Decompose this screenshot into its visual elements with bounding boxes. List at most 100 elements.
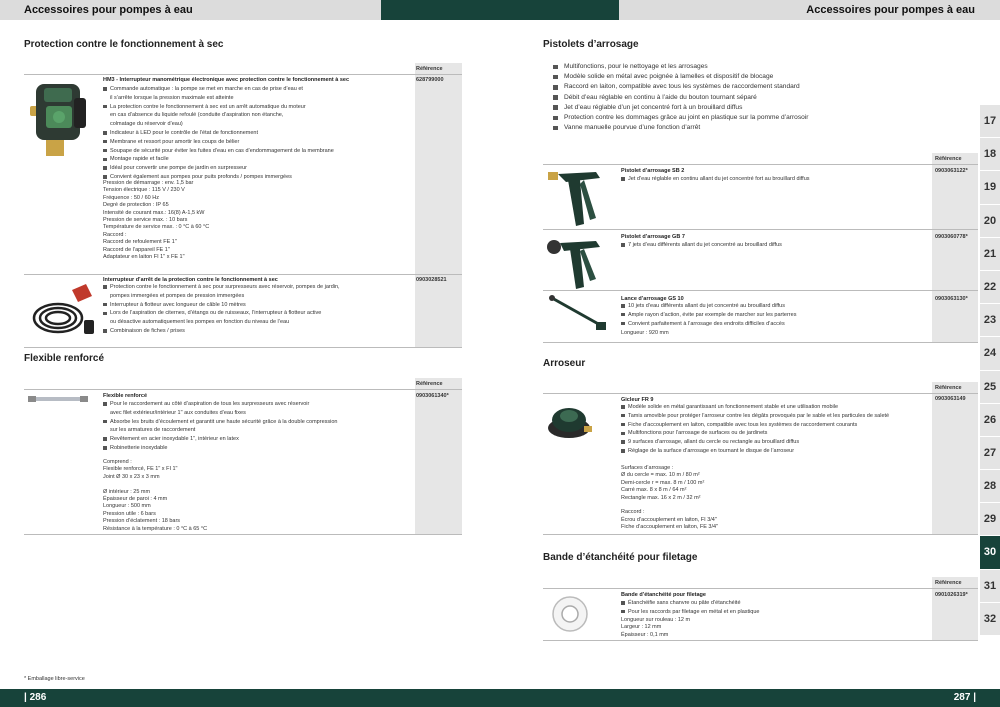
section-title-protection: Protection contre le fonctionnement à se… <box>24 39 224 50</box>
hm3-bullet-item: Indicateur à LED pour le contrôle de l’é… <box>103 129 403 138</box>
fr9-bullet-item: Tamis amovible pour protéger l’arroseur … <box>621 412 941 421</box>
section-title-pistolets: Pistolets d’arrosage <box>543 39 639 50</box>
fr9-bullet-item: Multifonctions pour l’arrosage de surfac… <box>621 429 941 438</box>
float-switch-image <box>32 284 94 334</box>
divider <box>24 274 462 275</box>
ref-column <box>932 153 978 343</box>
divider <box>543 393 978 394</box>
fr9-bullet-item: Modèle solide en métal garantissant un f… <box>621 403 941 412</box>
chapter-tab-17[interactable]: 17 <box>980 105 1000 139</box>
chapter-tab-25[interactable]: 25 <box>980 370 1000 404</box>
ref-value-gs10: 0903063130* <box>935 296 968 302</box>
specs-bande: Longueur sur rouleau : 12 m Largeur : 12… <box>621 617 691 638</box>
pistolets-bullet-item: Raccord en laiton, compatible avec tous … <box>553 82 953 92</box>
chapter-tabs: 17 18 19 20 21 22 23 24 25 26 27 28 29 30 31 32 <box>980 105 1000 636</box>
chapter-tab-21[interactable]: 21 <box>980 237 1000 271</box>
ref-value-hm3: 628799000 <box>416 77 444 83</box>
ref-label: Référence <box>416 66 443 72</box>
ref-label: Référence <box>416 381 443 387</box>
ref-label: Référence <box>935 580 962 586</box>
bullet-list-pistolets: Multifonctions, pour le nettoyage et les… <box>553 62 953 133</box>
float-switch-bullet-item: Lors de l’aspiration de citernes, d’étan… <box>103 309 403 327</box>
sealing-tape-image <box>552 596 588 632</box>
chapter-tab-29[interactable]: 29 <box>980 503 1000 537</box>
chapter-tab-27[interactable]: 27 <box>980 436 1000 471</box>
divider <box>24 389 462 390</box>
hm3-bullet-item: Membrane et ressort pour amortir les cou… <box>103 138 403 147</box>
divider <box>543 588 978 589</box>
ref-value-fr9: 0903063149 <box>935 396 966 402</box>
fr9-bullet-item: 9 surfaces d’arrosage, allant du cercle … <box>621 438 941 447</box>
hm3-bullet-item: Soupape de sécurité pour éviter les fuit… <box>103 147 403 156</box>
ref-label: Référence <box>935 385 962 391</box>
bullet-list-sb2: Jet d’eau réglable en continu allant du … <box>621 175 921 184</box>
product-title-sb2: Pistolet d’arrosage SB 2 <box>621 168 685 174</box>
hm3-bullet-item: La protection contre le fonctionnement à… <box>103 103 403 129</box>
pistolets-bullet-item: Multifonctions, pour le nettoyage et les… <box>553 62 953 72</box>
section-title-flexible: Flexible renforcé <box>24 353 105 364</box>
fr9-bullet-item: Réglage de la surface d’arrosage en tour… <box>621 447 941 456</box>
divider <box>24 74 462 75</box>
flexible-hose-image <box>28 396 88 402</box>
bullet-list-gs10: 10 jets d’eau différents allant du jet c… <box>621 302 921 328</box>
pistolets-bullet-item: Protection contre les dommages grâce au … <box>553 113 953 123</box>
chapter-tab-19[interactable]: 19 <box>980 171 1000 205</box>
float-switch-bullet-item: Protection contre le fonctionnement à se… <box>103 283 403 301</box>
chapter-tab-18[interactable]: 18 <box>980 138 1000 172</box>
chapter-tab-22[interactable]: 22 <box>980 270 1000 305</box>
sb2-bullet-item: Jet d’eau réglable en continu allant du … <box>621 175 921 184</box>
footnote: * Emballage libre-service <box>24 676 85 682</box>
specs-gs10: Longueur : 920 mm <box>621 330 669 336</box>
bullet-list-gb7: 7 jets d’eau différents allant du jet co… <box>621 241 921 250</box>
specs-fr9: Surfaces d’arrosage : Ø du cercle = max.… <box>621 465 719 531</box>
bottom-bar <box>0 689 1000 707</box>
chapter-tab-31[interactable]: 31 <box>980 569 1000 603</box>
divider <box>543 640 978 641</box>
ref-value-float-switch: 0903028521 <box>416 277 447 283</box>
ref-value-bande: 0901026319* <box>935 592 968 598</box>
divider <box>543 164 978 165</box>
divider <box>24 347 462 348</box>
ref-column <box>415 63 462 348</box>
product-title-gb7: Pistolet d’arrosage GB 7 <box>621 234 685 240</box>
product-title-flexible: Flexible renforcé <box>103 393 148 399</box>
gs10-bullet-item: Ample rayon d’action, évite par exemple … <box>621 311 921 320</box>
flexible-bullet-item: Absorbe les bruits d’écoulement et garan… <box>103 418 403 436</box>
ref-label: Référence <box>935 156 962 162</box>
ref-value-gb7: 0903060778* <box>935 234 968 240</box>
section-title-arroseur: Arroseur <box>543 358 586 369</box>
top-bar-center <box>381 0 619 20</box>
chapter-tab-20[interactable]: 20 <box>980 204 1000 238</box>
chapter-tab-30[interactable]: 30 <box>980 536 1000 570</box>
fr9-bullet-item: Fiche d’accouplement en laiton, compatib… <box>621 421 941 430</box>
bande-bullet-item: Étanchéifie sans chanvre ou pâte d’étanc… <box>621 599 921 608</box>
divider <box>24 534 462 535</box>
pistolets-bullet-item: Débit d’eau réglable en continu à l’aide… <box>553 93 953 103</box>
pistolets-bullet-item: Jet d’eau réglable d’un jet concentré fo… <box>553 103 953 113</box>
flexible-bullet-item: Pour le raccordement au côté d’aspiratio… <box>103 400 403 418</box>
section-title-bande: Bande d’étanchéité pour filetage <box>543 552 698 563</box>
chapter-tab-23[interactable]: 23 <box>980 304 1000 338</box>
gb7-bullet-item: 7 jets d’eau différents allant du jet co… <box>621 241 921 250</box>
chapter-tab-28[interactable]: 28 <box>980 470 1000 504</box>
bullet-list-flexible: Pour le raccordement au côté d’aspiratio… <box>103 400 403 453</box>
ref-value-flexible: 0903061340* <box>416 393 449 399</box>
bande-bullet-item: Pour les raccords par filetage en métal … <box>621 608 921 617</box>
specs-hm3: Pression de démarrage : env. 1,5 bar Ten… <box>103 180 210 261</box>
float-switch-bullet-item: Interrupteur à flotteur avec longueur de… <box>103 301 403 310</box>
chapter-tab-26[interactable]: 26 <box>980 403 1000 437</box>
spray-gun-gb7-image <box>547 240 600 289</box>
specs-flexible: Comprend : Flexible renforcé, FE 1" x FI… <box>103 459 208 532</box>
product-title-bande: Bande d’étanchéité pour filetage <box>621 592 706 598</box>
bullet-list-hm3: Commande automatique : la pompe se met e… <box>103 85 403 182</box>
sprinkler-image <box>548 408 592 438</box>
chapter-tab-24[interactable]: 24 <box>980 337 1000 371</box>
flexible-bullet-item: Robinetterie inoxydable <box>103 444 403 453</box>
spray-gun-sb2-image <box>548 172 600 226</box>
bullet-list-bande: Étanchéifie sans chanvre ou pâte d’étanc… <box>621 599 921 617</box>
divider <box>543 290 978 291</box>
ref-value-sb2: 0903063122* <box>935 168 968 174</box>
header-title-left: Accessoires pour pompes à eau <box>24 4 193 16</box>
pistolets-bullet-item: Vanne manuelle pourvue d’une fonction d’… <box>553 123 953 133</box>
chapter-tab-32[interactable]: 32 <box>980 602 1000 636</box>
